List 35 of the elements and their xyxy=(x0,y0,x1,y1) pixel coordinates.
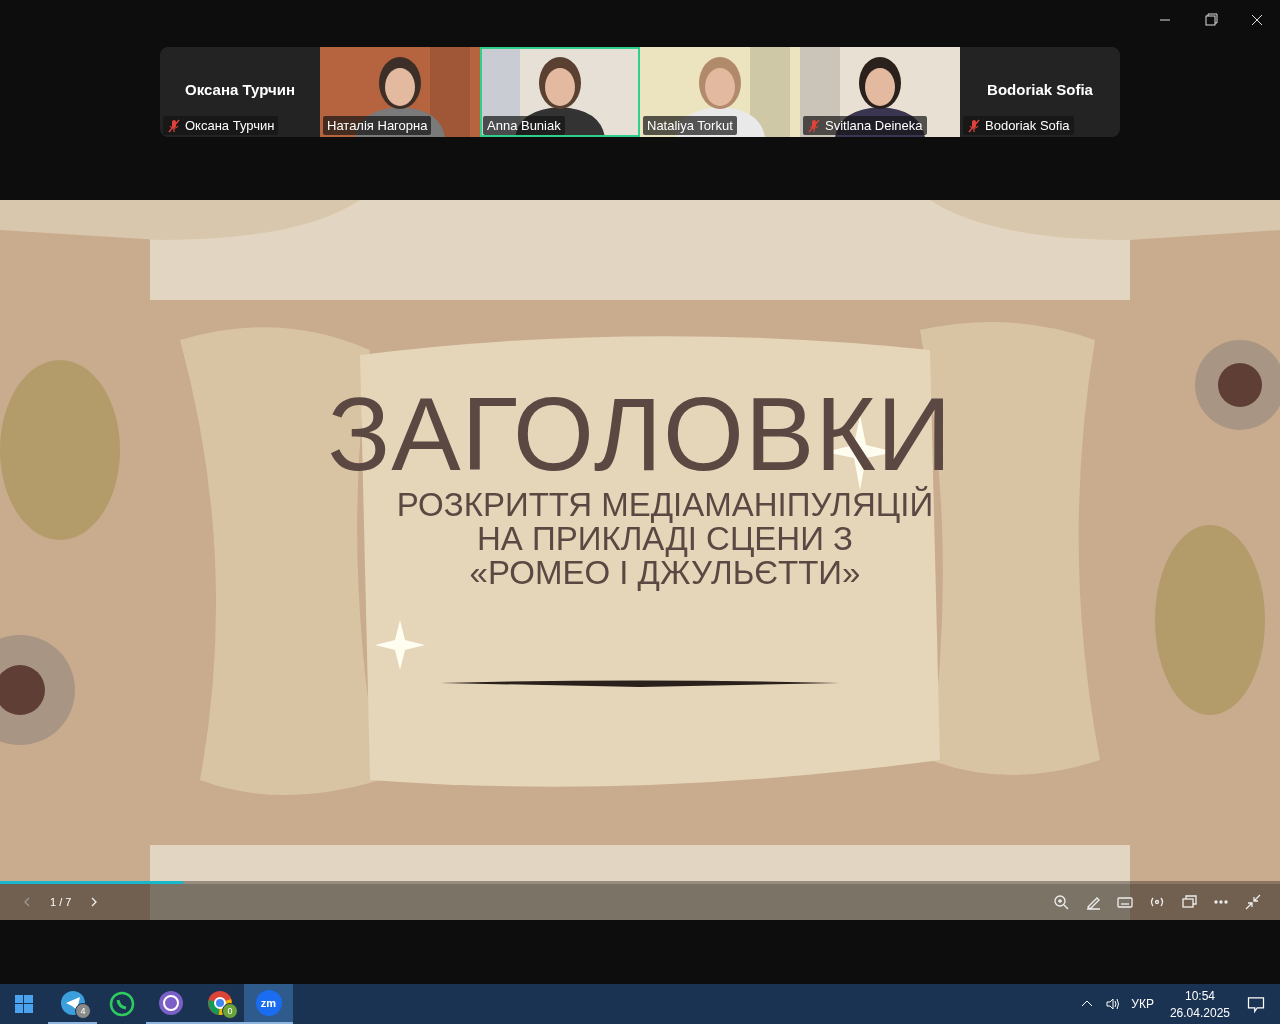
page-counter: 1 / 7 xyxy=(50,896,72,908)
video-tile[interactable]: Nataliya Torkut xyxy=(640,47,800,137)
participant-label: Bodoriak Sofia xyxy=(985,118,1070,133)
windows-logo-icon[interactable] xyxy=(15,995,33,1013)
speaker-icon[interactable] xyxy=(1105,996,1122,1012)
zoom-in-icon[interactable] xyxy=(1052,893,1070,911)
participant-label: Nataliya Torkut xyxy=(647,118,733,133)
slide-subtitle: НА ПРИКЛАДІ СЦЕНИ З xyxy=(476,522,853,556)
video-tile[interactable]: Оксана Турчин Оксана Турчин xyxy=(160,47,320,137)
participant-name: Оксана Турчин xyxy=(184,81,296,98)
muted-mic-icon xyxy=(967,118,981,133)
muted-mic-icon xyxy=(807,118,821,133)
notification-icon[interactable] xyxy=(1246,994,1266,1014)
taskbar-app[interactable]: zm xyxy=(244,984,293,1024)
windows-icon[interactable] xyxy=(1180,893,1198,911)
participant-label: Svitlana Deineka xyxy=(825,118,923,133)
participant-label: Оксана Турчин xyxy=(185,118,275,133)
slide-title: ЗАГОЛОВКИ xyxy=(327,382,953,486)
slide-subtitle: РОЗКРИТТЯ МЕДІАМАНІПУЛЯЦІЙ xyxy=(396,488,934,522)
clock-date: 26.04.2025 xyxy=(1169,1005,1230,1020)
participant-label: Anna Buniak xyxy=(487,118,561,133)
count-badge: 4 xyxy=(75,1003,91,1019)
participant-name: Bodoriak Sofia xyxy=(986,81,1094,98)
language-indicator[interactable]: УКР xyxy=(1131,997,1154,1011)
participant-label: Наталія Нагорна xyxy=(327,118,428,133)
video-tile[interactable]: Svitlana Deineka xyxy=(800,47,960,137)
muted-mic-icon xyxy=(167,118,181,133)
count-badge: 0 xyxy=(222,1003,238,1019)
video-tile[interactable]: Наталія Нагорна xyxy=(320,47,480,137)
video-tile[interactable]: Bodoriak Sofia Bodoriak Sofia xyxy=(960,47,1120,137)
app-logo: zm xyxy=(255,990,282,1016)
collapse-icon[interactable] xyxy=(1244,893,1262,911)
slide-subtitle: «РОМЕО І ДЖУЛЬЄТТИ» xyxy=(469,556,861,590)
clock-time: 10:54 xyxy=(1184,988,1215,1003)
video-tile[interactable]: Anna Buniak xyxy=(480,47,640,137)
